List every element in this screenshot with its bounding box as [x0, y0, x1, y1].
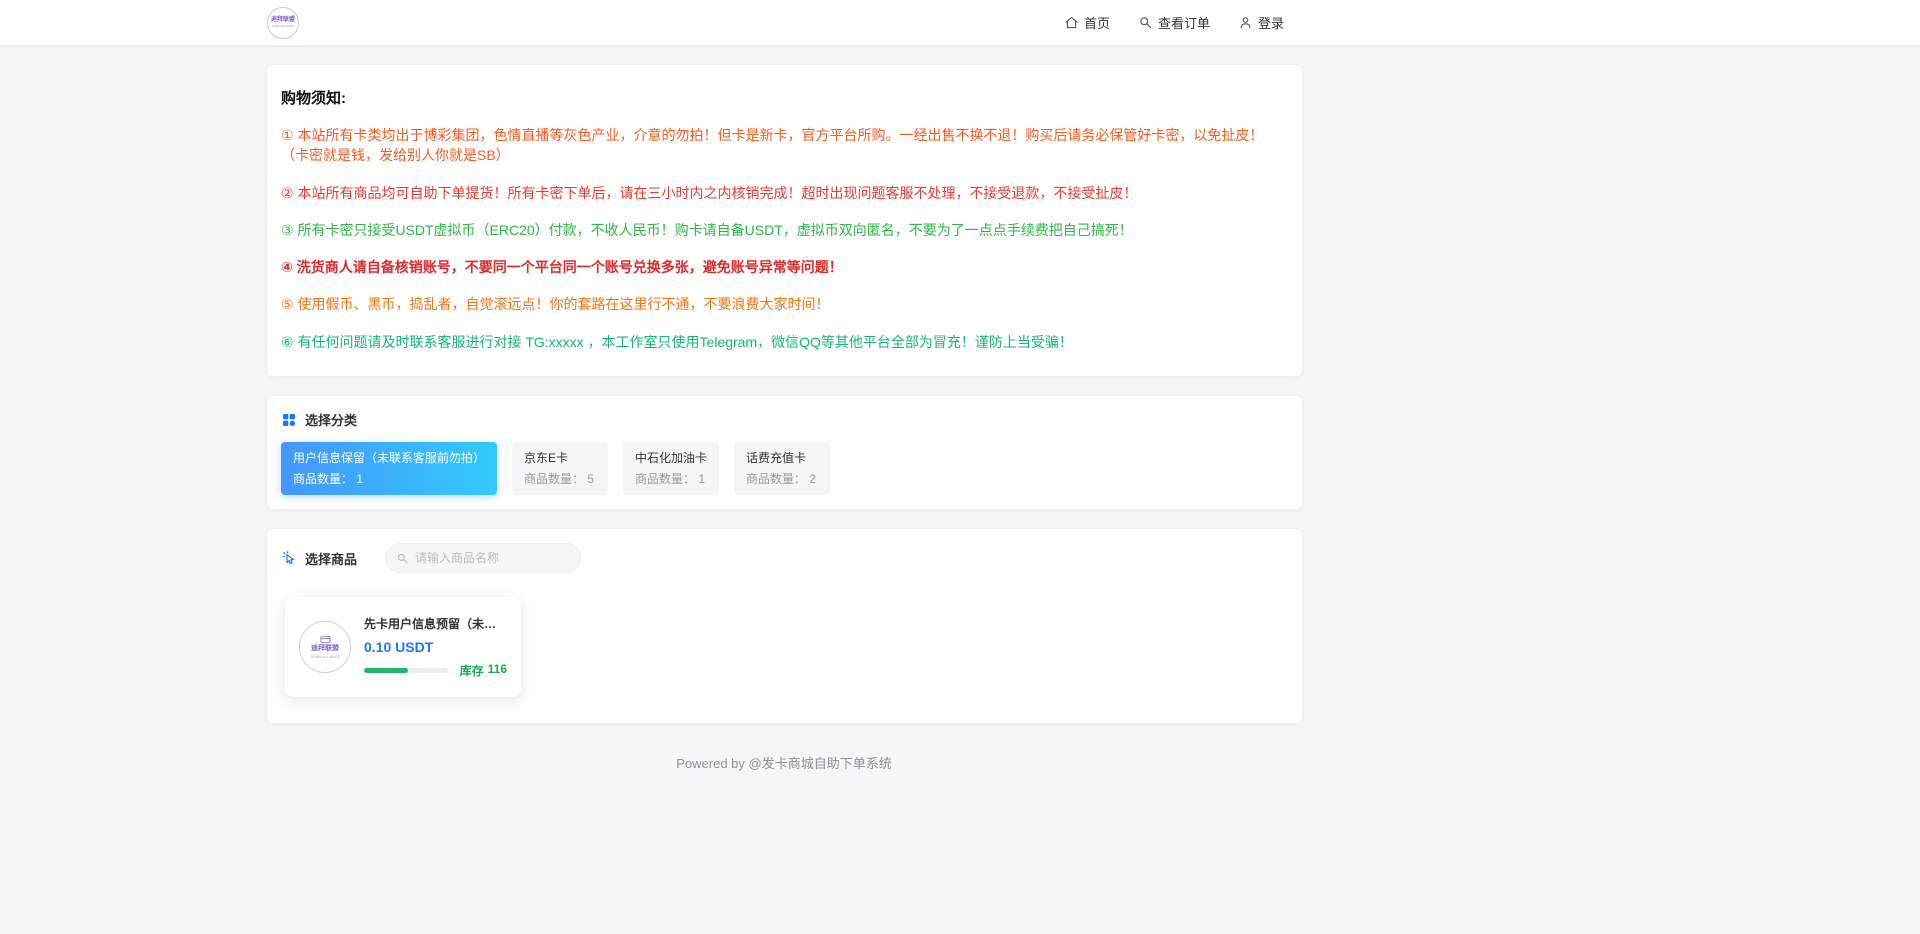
nav-login-label: 登录 — [1258, 13, 1284, 32]
category-count: 商品数量： 5 — [524, 470, 596, 487]
product-section: 选择商品 迪拜联盟 DUBAI ALLIANCE 先卡用户信息预留（未联... … — [267, 529, 1302, 723]
notice-item-6: ⑥ 有任何问题请及时联系客服进行对接 TG:xxxxx ，本工作室只使用Tele… — [281, 332, 1288, 352]
user-icon — [1238, 15, 1253, 30]
search-icon — [396, 552, 409, 565]
notice-item-5: ⑤ 使用假币、黑币，捣乱者，自觉滚远点！你的套路在这里行不通，不要浪费大家时间！ — [281, 294, 1288, 314]
category-section: 选择分类 用户信息保留（未联系客服前勿拍） 商品数量： 1 京东E卡 商品数量：… — [267, 396, 1302, 509]
stock-progress-fill — [364, 668, 408, 673]
category-name: 中石化加油卡 — [635, 449, 707, 466]
notice-item-2: ② 本站所有商品均可自助下单提货！所有卡密下单后，请在三小时内之内核销完成！超时… — [281, 183, 1288, 203]
product-section-title: 选择商品 — [305, 549, 357, 568]
card-logo-icon — [320, 635, 331, 644]
search-icon — [1138, 15, 1153, 30]
home-icon — [1064, 15, 1079, 30]
nav-login-link[interactable]: 登录 — [1238, 13, 1284, 32]
product-list: 迪拜联盟 DUBAI ALLIANCE 先卡用户信息预留（未联... 0.10 … — [281, 597, 1288, 697]
nav-links: 首页 查看订单 登录 — [1064, 13, 1284, 32]
category-count: 商品数量： 2 — [746, 470, 818, 487]
nav-inner: 迪拜联盟 DUBAI ALLIANCE 首页 查看订单 登录 — [267, 0, 1302, 45]
product-card[interactable]: 迪拜联盟 DUBAI ALLIANCE 先卡用户信息预留（未联... 0.10 … — [285, 597, 521, 697]
category-section-header: 选择分类 — [281, 410, 1288, 429]
site-logo[interactable]: 迪拜联盟 DUBAI ALLIANCE — [267, 7, 299, 39]
stock-label: 库存 — [460, 662, 484, 679]
category-chip-sinopec-fuel[interactable]: 中石化加油卡 商品数量： 1 — [623, 442, 719, 495]
nav-home-label: 首页 — [1084, 13, 1110, 32]
nav-home-link[interactable]: 首页 — [1064, 13, 1110, 32]
nav-orders-label: 查看订单 — [1158, 13, 1210, 32]
notice-card: 购物须知: ① 本站所有卡类均出于博彩集团，色情直播等灰色产业，介意的勿拍！但卡… — [267, 65, 1302, 376]
product-price: 0.10 USDT — [364, 639, 507, 655]
product-section-header: 选择商品 — [281, 543, 1288, 573]
notice-item-1: ① 本站所有卡类均出于博彩集团，色情直播等灰色产业，介意的勿拍！但卡是新卡，官方… — [281, 125, 1288, 166]
product-logo-text: 迪拜联盟 — [311, 645, 339, 653]
product-search-input[interactable] — [415, 551, 570, 565]
category-grid-icon — [281, 412, 297, 428]
category-section-title: 选择分类 — [305, 410, 357, 429]
product-name: 先卡用户信息预留（未联... — [364, 615, 502, 632]
page-footer: Powered by @发卡商城自助下单系统 — [0, 753, 1568, 773]
product-stock-row: 库存 116 — [364, 662, 507, 679]
nav-orders-link[interactable]: 查看订单 — [1138, 13, 1210, 32]
top-nav: 迪拜联盟 DUBAI ALLIANCE 首页 查看订单 登录 — [0, 0, 1920, 45]
site-logo-text: 迪拜联盟 — [271, 17, 295, 24]
product-logo: 迪拜联盟 DUBAI ALLIANCE — [299, 621, 351, 673]
category-count: 商品数量： 1 — [293, 470, 485, 487]
stock-badge: 库存 116 — [460, 662, 507, 679]
notice-item-4: ④ 洗货商人请自备核销账号，不要同一个平台同一个账号兑换多张，避免账号异常等问题… — [281, 257, 1288, 277]
stock-value: 116 — [488, 662, 507, 679]
main-content: 购物须知: ① 本站所有卡类均出于博彩集团，色情直播等灰色产业，介意的勿拍！但卡… — [267, 65, 1302, 723]
notice-title: 购物须知: — [281, 87, 1288, 108]
category-chip-phone-topup[interactable]: 话费充值卡 商品数量： 2 — [734, 442, 830, 495]
site-logo-subtext: DUBAI ALLIANCE — [272, 24, 294, 28]
category-count: 商品数量： 1 — [635, 470, 707, 487]
select-product-icon — [281, 550, 297, 566]
notice-item-3: ③ 所有卡密只接受USDT虚拟币（ERC20）付款，不收人民币！购卡请自备USD… — [281, 220, 1288, 240]
category-chip-jd-ecard[interactable]: 京东E卡 商品数量： 5 — [512, 442, 608, 495]
stock-progress-bar — [364, 668, 448, 673]
product-info: 先卡用户信息预留（未联... 0.10 USDT 库存 116 — [364, 615, 507, 679]
category-chip-user-info[interactable]: 用户信息保留（未联系客服前勿拍） 商品数量： 1 — [281, 442, 497, 495]
category-name: 话费充值卡 — [746, 449, 818, 466]
product-logo-subtext: DUBAI ALLIANCE — [310, 654, 339, 659]
category-name: 京东E卡 — [524, 449, 596, 466]
product-search-box — [385, 543, 581, 573]
category-name: 用户信息保留（未联系客服前勿拍） — [293, 449, 485, 466]
category-chip-list: 用户信息保留（未联系客服前勿拍） 商品数量： 1 京东E卡 商品数量： 5 中石… — [281, 442, 1288, 495]
footer-text: Powered by @发卡商城自助下单系统 — [676, 756, 891, 771]
